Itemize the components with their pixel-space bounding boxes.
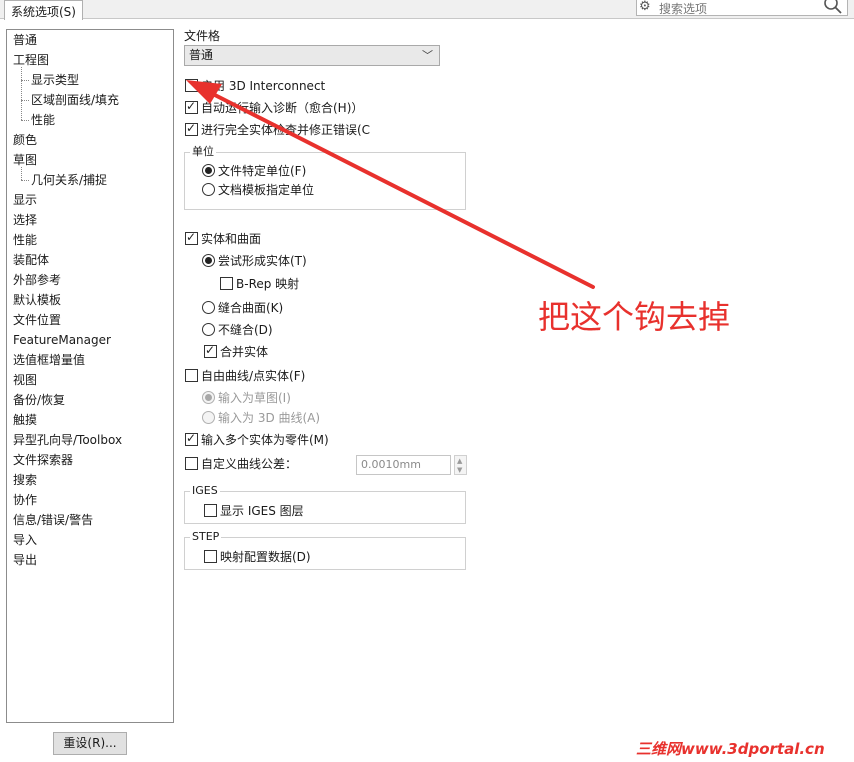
watermark: 三维网www.3dportal.cn bbox=[636, 740, 825, 758]
annotation-text: 把这个钩去掉 bbox=[538, 298, 731, 336]
annotation-arrow bbox=[186, 80, 595, 289]
